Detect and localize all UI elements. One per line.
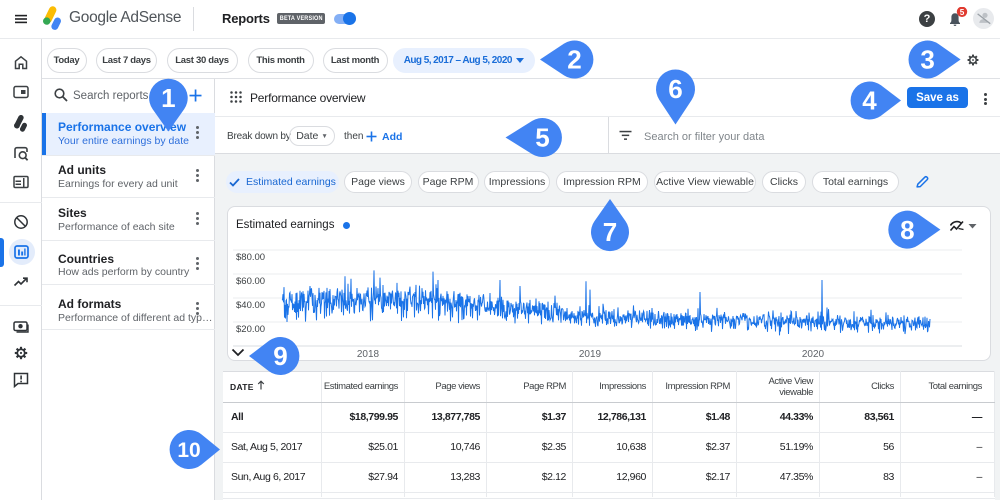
svg-text:9: 9 (273, 341, 287, 371)
svg-text:6: 6 (668, 74, 682, 104)
svg-text:7: 7 (603, 217, 617, 247)
svg-text:2: 2 (567, 45, 581, 75)
svg-text:5: 5 (535, 123, 549, 153)
svg-text:8: 8 (900, 215, 914, 245)
svg-text:3: 3 (920, 45, 934, 75)
svg-text:4: 4 (862, 86, 877, 116)
svg-text:1: 1 (161, 83, 175, 113)
svg-text:10: 10 (177, 439, 200, 462)
